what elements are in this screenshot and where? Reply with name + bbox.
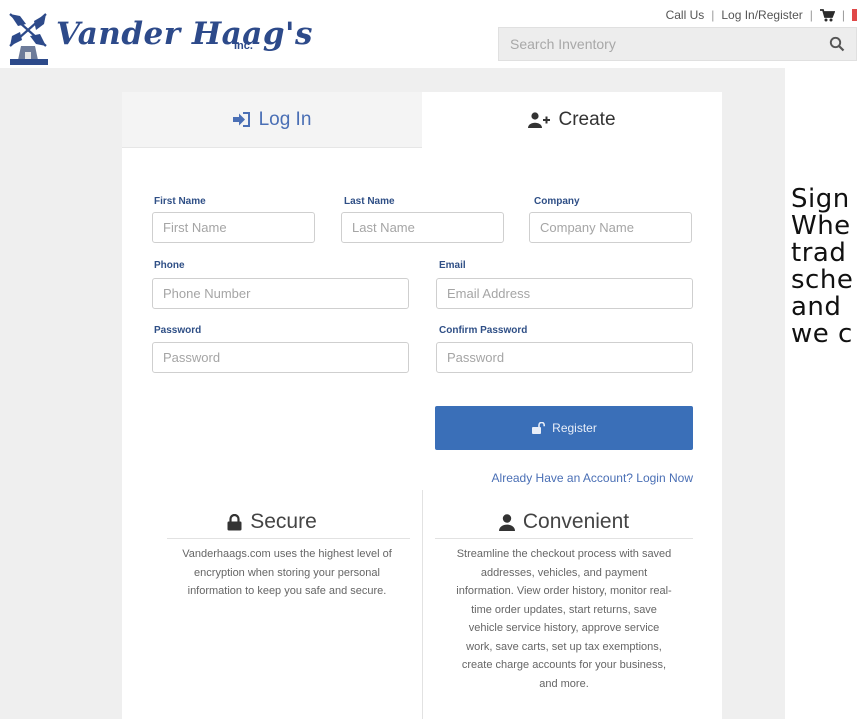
company-label: Company: [534, 196, 580, 207]
side-note-line: Sign: [791, 186, 850, 214]
side-note: Sign Whe trad sche and we c: [791, 186, 857, 348]
convenient-line: create charge accounts for your business…: [461, 659, 667, 671]
search-icon: [829, 36, 845, 52]
convenient-description: Streamline the checkout process with sav…: [430, 545, 698, 693]
convenient-line: addresses, vehicles, and payment: [480, 566, 648, 579]
confirm-password-field[interactable]: [436, 342, 693, 373]
side-note-line: Whe: [791, 211, 851, 241]
call-us-link[interactable]: Call Us: [666, 8, 705, 22]
convenient-line: work, save carts, set up tax exemptions,: [466, 640, 662, 653]
tab-login-label: Log In: [258, 108, 312, 130]
features-divider: [422, 490, 423, 719]
secure-rule: [167, 538, 410, 539]
truncated-menu-icon[interactable]: [852, 9, 857, 21]
convenient-line: vehicle service history, approve service: [468, 622, 660, 634]
register-button[interactable]: Register: [435, 406, 693, 450]
cart-icon[interactable]: [819, 8, 835, 22]
secure-title: Secure: [250, 510, 317, 533]
search-bar: [498, 27, 857, 61]
site-header: Vander Haag's Inc. Call Us | Log In/Regi…: [0, 0, 857, 68]
phone-field[interactable]: [152, 278, 409, 309]
last-name-field[interactable]: [341, 212, 504, 243]
company-field[interactable]: [529, 212, 692, 243]
first-name-label: First Name: [154, 196, 206, 207]
convenient-title: Convenient: [522, 510, 630, 533]
account-tabs: Log In Create: [122, 92, 722, 148]
convenient-rule: [435, 538, 693, 539]
phone-label: Phone: [154, 260, 185, 271]
side-note-line: we c: [791, 319, 853, 348]
convenient-line: and more.: [539, 677, 589, 690]
first-name-field[interactable]: [152, 212, 315, 243]
link-separator: |: [809, 8, 813, 22]
tab-create[interactable]: Create: [422, 92, 722, 148]
email-field[interactable]: [436, 278, 693, 309]
convenient-line: time order updates, start returns, save: [471, 603, 657, 616]
login-now-link[interactable]: Already Have an Account? Login Now: [422, 471, 693, 485]
add-user-icon: [528, 112, 551, 128]
convenient-line: information. View order history, monitor…: [456, 585, 672, 597]
brand-suffix: Inc.: [234, 40, 253, 52]
email-label: Email: [439, 260, 466, 271]
last-name-label: Last Name: [344, 196, 395, 207]
top-links: Call Us | Log In/Register | |: [666, 8, 857, 22]
side-note-line: and: [791, 292, 842, 322]
secure-line: information to keep you safe and secure.: [187, 585, 387, 597]
lock-icon: [227, 513, 242, 530]
register-label: Register: [552, 421, 597, 435]
secure-heading: Secure: [167, 508, 377, 536]
search-button[interactable]: [817, 28, 857, 60]
user-icon: [498, 513, 515, 531]
login-register-link[interactable]: Log In/Register: [721, 8, 802, 22]
brand-logo[interactable]: Vander Haag's Inc.: [6, 10, 312, 65]
link-separator: |: [711, 8, 715, 22]
brand-name: Vander Haag's: [56, 16, 313, 52]
password-field[interactable]: [152, 342, 409, 373]
sign-in-icon: [232, 112, 250, 127]
unlock-icon: [532, 422, 546, 434]
secure-description: Vanderhaags.com uses the highest level o…: [162, 545, 412, 601]
account-card: Log In Create First Name Last Name Compa…: [122, 92, 722, 719]
side-note-line: trad: [791, 238, 847, 268]
windmill-icon: [9, 13, 48, 65]
secure-line: Vanderhaags.com uses the highest level o…: [182, 548, 392, 560]
side-note-line: sche: [791, 265, 854, 295]
search-input[interactable]: [499, 28, 814, 60]
secure-line: encryption when storing your personal: [194, 566, 380, 579]
convenient-heading: Convenient: [435, 508, 693, 536]
password-label: Password: [154, 325, 202, 336]
confirm-password-label: Confirm Password: [439, 325, 528, 336]
convenient-line: Streamline the checkout process with sav…: [456, 548, 672, 560]
tab-login[interactable]: Log In: [122, 92, 422, 148]
link-separator: |: [841, 8, 845, 22]
tab-create-label: Create: [558, 109, 616, 130]
